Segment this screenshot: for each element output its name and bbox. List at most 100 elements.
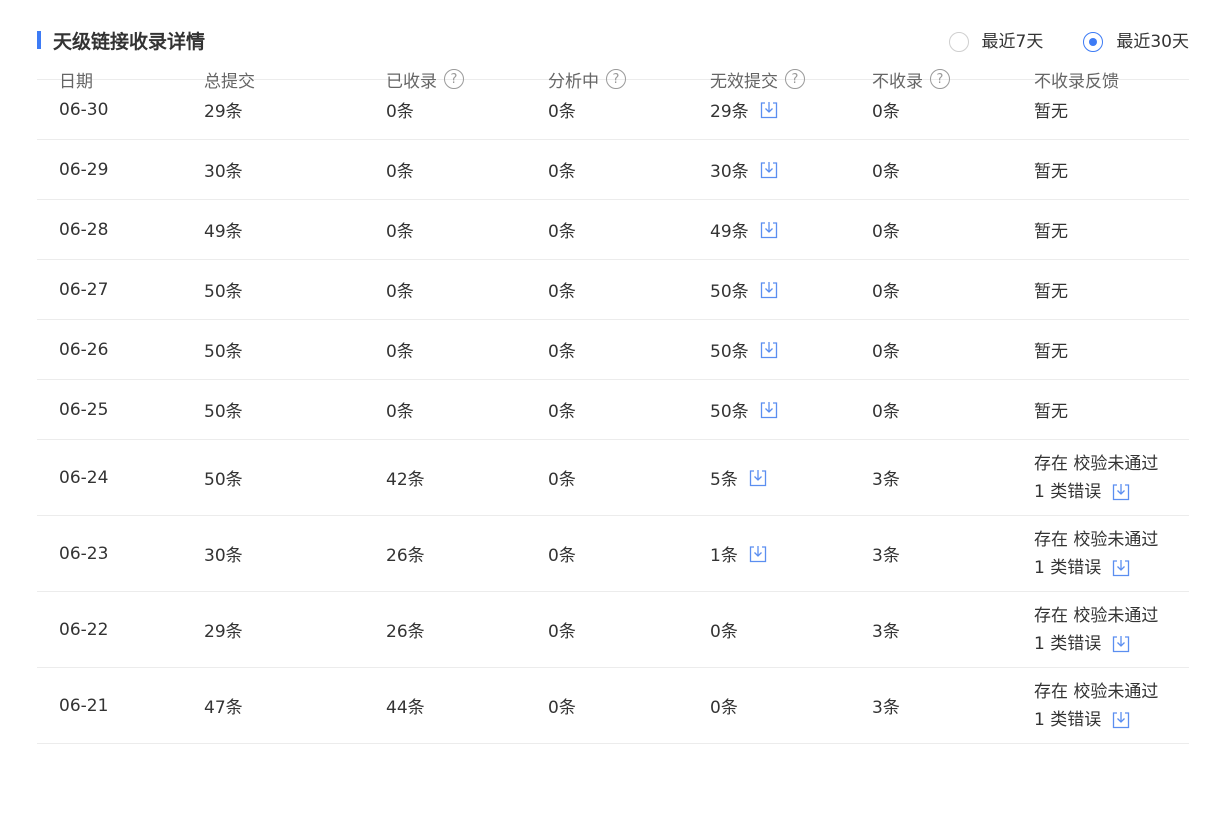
- cell-indexed-text: 0条: [386, 282, 414, 302]
- cell-analyzing: 0条: [548, 668, 576, 743]
- cell-date-text: 06-24: [59, 467, 109, 488]
- feedback-line2-text: 1 类错误: [1034, 481, 1102, 502]
- cell-indexed: 0条: [386, 380, 414, 439]
- radio-label: 最近7天: [981, 32, 1044, 52]
- cell-not-indexed-text: 0条: [872, 342, 900, 362]
- cell-date: 06-22: [59, 592, 108, 667]
- table-row: 06-27 50条 0条 0条 50条 0条 暂无: [37, 260, 1189, 320]
- cell-total: 30条: [204, 516, 243, 591]
- feedback-line1: 存在 校验未通过: [1034, 529, 1159, 550]
- download-icon[interactable]: [749, 469, 767, 487]
- cell-invalid: 5条: [710, 440, 767, 515]
- cell-not-indexed-text: 3条: [872, 698, 900, 718]
- cell-total-text: 29条: [204, 622, 243, 642]
- cell-feedback-text: 暂无: [1034, 162, 1068, 182]
- cell-invalid-text: 29条: [710, 102, 749, 122]
- cell-analyzing-text: 0条: [548, 698, 576, 718]
- feedback-line2-text: 1 类错误: [1034, 557, 1102, 578]
- cell-indexed-text: 42条: [386, 470, 425, 490]
- cell-not-indexed-text: 3条: [872, 546, 900, 566]
- cell-total-text: 30条: [204, 546, 243, 566]
- table-row: 06-25 50条 0条 0条 50条 0条 暂无: [37, 380, 1189, 440]
- cell-date: 06-29: [59, 140, 108, 199]
- cell-total: 29条: [204, 80, 243, 139]
- cell-analyzing: 0条: [548, 80, 576, 139]
- download-icon[interactable]: [760, 221, 778, 239]
- download-icon[interactable]: [760, 161, 778, 179]
- cell-not-indexed: 0条: [872, 80, 900, 139]
- cell-not-indexed-text: 0条: [872, 102, 900, 122]
- feedback-text: 存在 校验未通过 1 类错误: [1034, 678, 1158, 734]
- radio-circle[interactable]: [948, 32, 969, 52]
- download-icon[interactable]: [1112, 711, 1130, 729]
- feedback-line1: 存在 校验未通过: [1034, 453, 1159, 474]
- cell-date-text: 06-23: [59, 543, 109, 564]
- table-row: 06-28 49条 0条 0条 49条 0条 暂无: [37, 200, 1189, 260]
- cell-total-text: 50条: [204, 402, 243, 422]
- cell-not-indexed-text: 3条: [872, 470, 900, 490]
- feedback-line1: 存在 校验未通过: [1034, 681, 1159, 702]
- cell-feedback-text: 暂无: [1034, 102, 1068, 122]
- download-icon[interactable]: [1112, 635, 1130, 653]
- cell-feedback: 暂无: [1034, 320, 1068, 379]
- cell-invalid: 49条: [710, 200, 778, 259]
- cell-invalid-text: 0条: [710, 698, 738, 718]
- title-accent-bar: [37, 31, 41, 49]
- cell-feedback: 存在 校验未通过 1 类错误: [1034, 592, 1158, 667]
- cell-analyzing-text: 0条: [548, 402, 576, 422]
- download-icon[interactable]: [1112, 559, 1130, 577]
- cell-not-indexed: 3条: [872, 592, 900, 667]
- download-icon[interactable]: [1112, 483, 1130, 501]
- cell-invalid: 0条: [710, 668, 738, 743]
- feedback-text: 存在 校验未通过 1 类错误: [1034, 450, 1158, 506]
- radio-label: 最近30天: [1116, 32, 1189, 52]
- cell-date-text: 06-28: [59, 219, 109, 240]
- cell-not-indexed-text: 0条: [872, 222, 900, 242]
- table-body: 06-30 29条 0条 0条 29条 0条 暂无 06-29 30条 0条 0条 30条 0条 暂无…: [37, 80, 1189, 744]
- cell-invalid: 0条: [710, 592, 738, 667]
- table-row: 06-21 47条 44条 0条 0条 3条 存在 校验未通过 1 类错误: [37, 668, 1189, 744]
- cell-date-text: 06-21: [59, 695, 109, 716]
- cell-date-text: 06-25: [59, 399, 109, 420]
- cell-total: 50条: [204, 380, 243, 439]
- cell-not-indexed: 0条: [872, 200, 900, 259]
- cell-total-text: 30条: [204, 162, 243, 182]
- cell-not-indexed-text: 0条: [872, 162, 900, 182]
- cell-invalid-text: 50条: [710, 402, 749, 422]
- cell-total: 30条: [204, 140, 243, 199]
- radio-circle[interactable]: [1083, 32, 1104, 52]
- table-row: 06-30 29条 0条 0条 29条 0条 暂无: [37, 80, 1189, 140]
- table-row: 06-23 30条 26条 0条 1条 3条 存在 校验未通过 1 类错误: [37, 516, 1189, 592]
- cell-feedback: 存在 校验未通过 1 类错误: [1034, 668, 1158, 743]
- feedback-text: 存在 校验未通过 1 类错误: [1034, 602, 1158, 658]
- cell-indexed: 26条: [386, 516, 425, 591]
- download-icon[interactable]: [760, 101, 778, 119]
- cell-date: 06-28: [59, 200, 108, 259]
- download-icon[interactable]: [760, 401, 778, 419]
- feedback-line2: 1 类错误: [1034, 630, 1158, 658]
- cell-analyzing: 0条: [548, 516, 576, 591]
- cell-indexed: 42条: [386, 440, 425, 515]
- cell-invalid-text: 50条: [710, 342, 749, 362]
- cell-total-text: 50条: [204, 282, 243, 302]
- cell-indexed: 44条: [386, 668, 425, 743]
- radio-last-7-days[interactable]: 最近7天: [948, 28, 1044, 56]
- download-icon[interactable]: [760, 341, 778, 359]
- cell-analyzing: 0条: [548, 380, 576, 439]
- download-icon[interactable]: [760, 281, 778, 299]
- feedback-line2: 1 类错误: [1034, 554, 1158, 582]
- cell-indexed-text: 0条: [386, 222, 414, 242]
- cell-date-text: 06-27: [59, 279, 109, 300]
- cell-invalid: 50条: [710, 320, 778, 379]
- cell-invalid-text: 50条: [710, 282, 749, 302]
- cell-total: 50条: [204, 440, 243, 515]
- cell-feedback-text: 暂无: [1034, 402, 1068, 422]
- cell-indexed-text: 26条: [386, 546, 425, 566]
- download-icon[interactable]: [749, 545, 767, 563]
- cell-total: 29条: [204, 592, 243, 667]
- cell-analyzing-text: 0条: [548, 222, 576, 242]
- cell-total-text: 50条: [204, 342, 243, 362]
- cell-date: 06-24: [59, 440, 108, 515]
- radio-last-30-days[interactable]: 最近30天: [1083, 28, 1189, 56]
- cell-date-text: 06-30: [59, 99, 109, 120]
